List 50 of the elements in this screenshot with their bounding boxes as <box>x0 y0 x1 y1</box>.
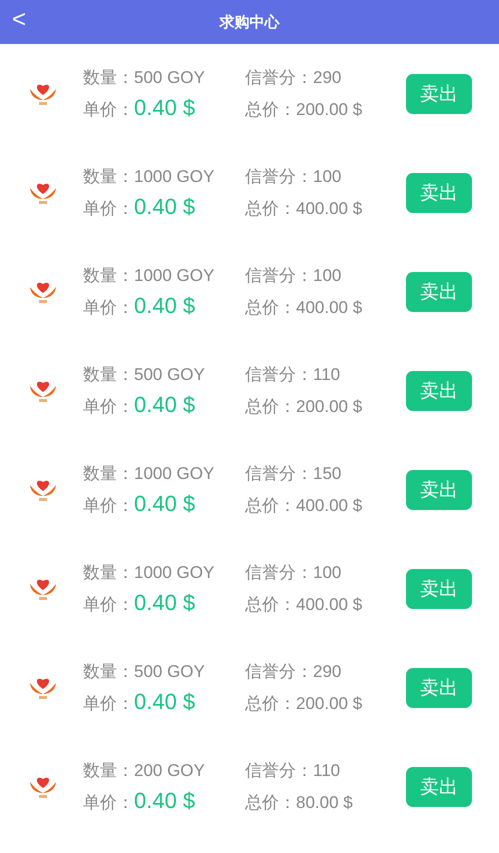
sell-button[interactable]: 卖出 <box>406 470 472 510</box>
sell-button[interactable]: 卖出 <box>406 568 472 608</box>
sell-button[interactable]: 卖出 <box>406 272 472 312</box>
total-text: 总价：400.00 $ <box>245 594 364 616</box>
credit-text: 信誉分：110 <box>245 364 342 386</box>
quantity-text: 数量：1000 GOY <box>83 265 216 287</box>
quantity-text: 数量：1000 GOY <box>83 166 216 188</box>
price-label: 单价：0.40 $ <box>83 293 196 319</box>
total-text: 总价：200.00 $ <box>245 99 364 121</box>
quantity-text: 数量：1000 GOY <box>83 463 216 485</box>
unit-price: 0.40 $ <box>134 590 196 615</box>
credit-text: 信誉分：290 <box>245 67 342 89</box>
quantity-text: 数量：500 GOY <box>83 661 206 683</box>
back-button[interactable]: < <box>8 6 30 34</box>
credit-text: 信誉分：100 <box>245 166 342 188</box>
total-text: 总价：400.00 $ <box>245 198 364 220</box>
credit-text: 信誉分：290 <box>245 661 342 683</box>
total-text: 总价：80.00 $ <box>245 792 354 814</box>
credit-text: 信誉分：100 <box>245 562 342 584</box>
quantity-text: 数量：500 GOY <box>83 67 206 89</box>
price-label: 单价：0.40 $ <box>83 491 196 517</box>
unit-price: 0.40 $ <box>134 392 196 417</box>
unit-price: 0.40 $ <box>134 689 196 714</box>
total-text: 总价：200.00 $ <box>245 396 364 418</box>
total-text: 总价：400.00 $ <box>245 495 364 517</box>
sell-button[interactable]: 卖出 <box>406 668 472 708</box>
price-label: 单价：0.40 $ <box>83 194 196 220</box>
quantity-text: 数量：200 GOY <box>83 760 206 782</box>
page-title: 求购中心 <box>220 12 280 32</box>
sell-button[interactable]: 卖出 <box>406 370 472 410</box>
unit-price: 0.40 $ <box>134 194 196 219</box>
quantity-text: 数量：1000 GOY <box>83 562 216 584</box>
unit-price: 0.40 $ <box>134 491 196 516</box>
credit-text: 信誉分：100 <box>245 265 342 287</box>
price-label: 单价：0.40 $ <box>83 689 196 715</box>
sell-button[interactable]: 卖出 <box>406 766 472 806</box>
sell-button[interactable]: 卖出 <box>406 172 472 212</box>
unit-price: 0.40 $ <box>134 95 196 120</box>
price-label: 单价：0.40 $ <box>83 95 196 121</box>
total-text: 总价：400.00 $ <box>245 297 364 319</box>
unit-price: 0.40 $ <box>134 788 196 813</box>
price-label: 单价：0.40 $ <box>83 590 196 616</box>
price-label: 单价：0.40 $ <box>83 788 196 814</box>
unit-price: 0.40 $ <box>134 293 196 318</box>
credit-text: 信誉分：150 <box>245 463 342 485</box>
credit-text: 信誉分：110 <box>245 760 342 782</box>
total-text: 总价：200.00 $ <box>245 693 364 715</box>
price-label: 单价：0.40 $ <box>83 392 196 418</box>
sell-button[interactable]: 卖出 <box>406 74 472 114</box>
quantity-text: 数量：500 GOY <box>83 364 206 386</box>
